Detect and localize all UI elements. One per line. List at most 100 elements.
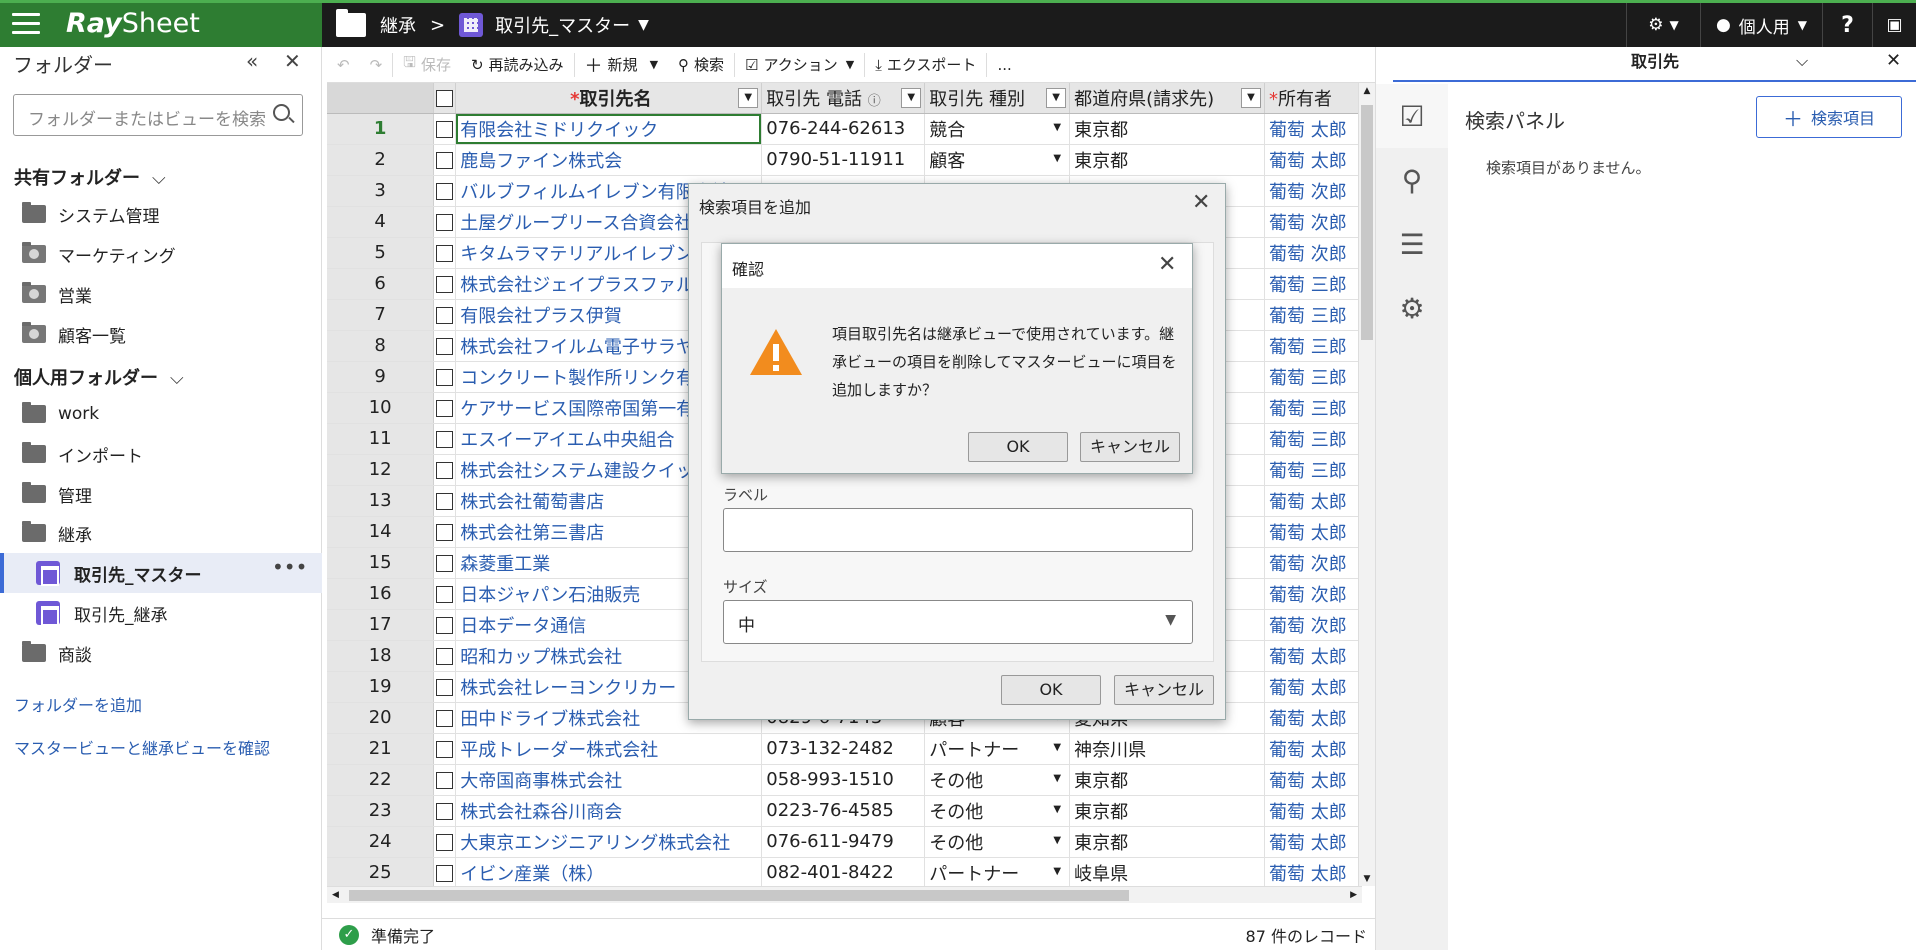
row-checkbox[interactable] xyxy=(433,268,457,300)
folder-item[interactable]: 商談 xyxy=(22,634,92,672)
column-header-owner[interactable]: *所有者 xyxy=(1264,83,1362,114)
table-row[interactable]: 1 有限会社ミドリクイック076-244-62613競合東京都葡萄 太郎 xyxy=(327,113,1362,145)
label-input[interactable] xyxy=(723,508,1193,552)
table-row[interactable]: 25 イビン産業（株）082-401-8422パートナー岐阜県葡萄 太郎 xyxy=(327,857,1362,886)
table-row[interactable]: 22 大帝国商事株式会社058-993-1510その他東京都葡萄 太郎 xyxy=(327,764,1362,796)
cell-owner[interactable]: 葡萄 次郎 xyxy=(1264,237,1362,269)
row-checkbox[interactable] xyxy=(433,764,457,796)
row-number[interactable]: 23 xyxy=(327,795,435,827)
row-number[interactable]: 14 xyxy=(327,516,435,548)
row-checkbox[interactable] xyxy=(433,423,457,455)
cell-owner[interactable]: 葡萄 太郎 xyxy=(1264,144,1362,176)
personal-folders-header[interactable]: 個人用フォルダー ⌵ xyxy=(14,364,184,390)
layout-icon[interactable]: ▣ xyxy=(1872,3,1916,47)
undo-button[interactable]: ↶ xyxy=(327,47,360,83)
filter-dropdown-icon[interactable]: ▼ xyxy=(901,88,922,108)
row-number[interactable]: 18 xyxy=(327,640,435,672)
cancel-button[interactable]: キャンセル xyxy=(1114,675,1214,705)
row-number[interactable]: 1 xyxy=(327,113,435,145)
cell-kind[interactable]: 競合 xyxy=(924,113,1071,145)
user-menu-button[interactable]: ● 個人用 ▼ xyxy=(1700,3,1822,47)
table-row[interactable]: 24 大東京エンジニアリング株式会社076-611-9479その他東京都葡萄 太郎 xyxy=(327,826,1362,858)
reload-button[interactable]: ↻ 再読み込み xyxy=(461,47,574,83)
table-row[interactable]: 21 平成トレーダー株式会社073-132-2482パートナー神奈川県葡萄 太郎 xyxy=(327,733,1362,765)
detail-icon[interactable]: ☰ xyxy=(1376,212,1448,276)
column-header-kind[interactable]: 取引先 種別 ▼ xyxy=(924,83,1071,114)
cell-kind[interactable]: その他 xyxy=(924,764,1071,796)
cell-kind[interactable]: パートナー xyxy=(924,857,1071,886)
row-number[interactable]: 8 xyxy=(327,330,435,362)
cell-owner[interactable]: 葡萄 次郎 xyxy=(1264,578,1362,610)
filter-dropdown-icon[interactable]: ▼ xyxy=(738,88,759,108)
cell-account-name[interactable]: 平成トレーダー株式会社 xyxy=(455,733,763,765)
cell-owner[interactable]: 葡萄 三郎 xyxy=(1264,454,1362,486)
view-item-master[interactable]: 取引先_マスター xyxy=(36,554,202,592)
cell-phone[interactable]: 076-244-62613 xyxy=(761,113,926,145)
cell-owner[interactable]: 葡萄 太郎 xyxy=(1264,826,1362,858)
cell-account-name[interactable]: イビン産業（株） xyxy=(455,857,763,886)
search-panel-icon[interactable]: ⚲ xyxy=(1376,148,1448,212)
row-number[interactable]: 12 xyxy=(327,454,435,486)
row-number[interactable]: 10 xyxy=(327,392,435,424)
row-number[interactable]: 16 xyxy=(327,578,435,610)
view-item-inherit[interactable]: 取引先_継承 xyxy=(36,594,168,632)
row-checkbox[interactable] xyxy=(433,671,457,703)
cell-prefecture[interactable]: 東京都 xyxy=(1069,144,1265,176)
vertical-scrollbar[interactable]: ▲ ▼ xyxy=(1358,83,1375,886)
table-row[interactable]: 23 株式会社森谷川商会0223-76-4585その他東京都葡萄 太郎 xyxy=(327,795,1362,827)
cell-owner[interactable]: 葡萄 三郎 xyxy=(1264,392,1362,424)
row-checkbox[interactable] xyxy=(433,175,457,207)
ok-button[interactable]: OK xyxy=(1001,675,1101,705)
cell-account-name[interactable]: 大帝国商事株式会社 xyxy=(455,764,763,796)
chevron-down-icon[interactable]: ⌵ xyxy=(1796,51,1808,71)
row-checkbox[interactable] xyxy=(433,826,457,858)
row-number[interactable]: 21 xyxy=(327,733,435,765)
cell-phone[interactable]: 0223-76-4585 xyxy=(761,795,926,827)
folder-item[interactable]: マーケティング xyxy=(22,235,176,273)
search-button[interactable]: ⚲ 検索 xyxy=(668,47,734,83)
cell-phone[interactable]: 058-993-1510 xyxy=(761,764,926,796)
cell-account-name[interactable]: 株式会社森谷川商会 xyxy=(455,795,763,827)
row-number[interactable]: 15 xyxy=(327,547,435,579)
cell-owner[interactable]: 葡萄 次郎 xyxy=(1264,175,1362,207)
cell-owner[interactable]: 葡萄 太郎 xyxy=(1264,113,1362,145)
row-checkbox[interactable] xyxy=(433,857,457,886)
export-button[interactable]: ⤓ エクスポート xyxy=(865,47,986,83)
cell-phone[interactable]: 082-401-8422 xyxy=(761,857,926,886)
cell-owner[interactable]: 葡萄 次郎 xyxy=(1264,547,1362,579)
row-checkbox[interactable] xyxy=(433,454,457,486)
folder-item[interactable]: システム管理 xyxy=(22,195,160,233)
close-icon[interactable]: ✕ xyxy=(1158,252,1176,277)
row-checkbox[interactable] xyxy=(433,485,457,517)
cell-prefecture[interactable]: 東京都 xyxy=(1069,113,1265,145)
cell-phone[interactable]: 073-132-2482 xyxy=(761,733,926,765)
horizontal-scrollbar[interactable]: ◀ ▶ xyxy=(327,886,1362,903)
help-button[interactable]: ? xyxy=(1822,3,1872,47)
size-select[interactable]: 中 ▼ xyxy=(723,600,1193,644)
check-views-link[interactable]: マスタービューと継承ビューを確認 xyxy=(14,735,270,759)
cell-prefecture[interactable]: 岐阜県 xyxy=(1069,857,1265,886)
folder-search-input[interactable]: フォルダーまたはビューを検索 xyxy=(13,94,303,136)
row-checkbox[interactable] xyxy=(433,516,457,548)
cell-prefecture[interactable]: 東京都 xyxy=(1069,826,1265,858)
row-checkbox[interactable] xyxy=(433,547,457,579)
close-icon[interactable]: ✕ xyxy=(1192,190,1210,215)
corner-cell[interactable] xyxy=(327,83,435,114)
row-checkbox[interactable] xyxy=(433,578,457,610)
row-number[interactable]: 3 xyxy=(327,175,435,207)
more-toolbar-button[interactable]: ... xyxy=(987,47,1021,83)
confirm-ok-button[interactable]: OK xyxy=(968,432,1068,462)
check-list-icon[interactable]: ☑ xyxy=(1376,84,1448,148)
row-checkbox[interactable] xyxy=(433,609,457,641)
row-number[interactable]: 4 xyxy=(327,206,435,238)
cell-account-name[interactable]: 鹿島ファイン株式会 xyxy=(455,144,763,176)
shared-folders-header[interactable]: 共有フォルダー ⌵ xyxy=(14,164,166,190)
row-checkbox[interactable] xyxy=(433,795,457,827)
new-button[interactable]: ＋新規 ▼ xyxy=(575,47,668,83)
folder-item[interactable]: work xyxy=(22,395,99,433)
row-checkbox[interactable] xyxy=(433,237,457,269)
row-checkbox[interactable] xyxy=(433,206,457,238)
settings-button[interactable]: ⚙ ▼ xyxy=(1626,3,1700,47)
row-checkbox[interactable] xyxy=(433,144,457,176)
cell-owner[interactable]: 葡萄 次郎 xyxy=(1264,206,1362,238)
